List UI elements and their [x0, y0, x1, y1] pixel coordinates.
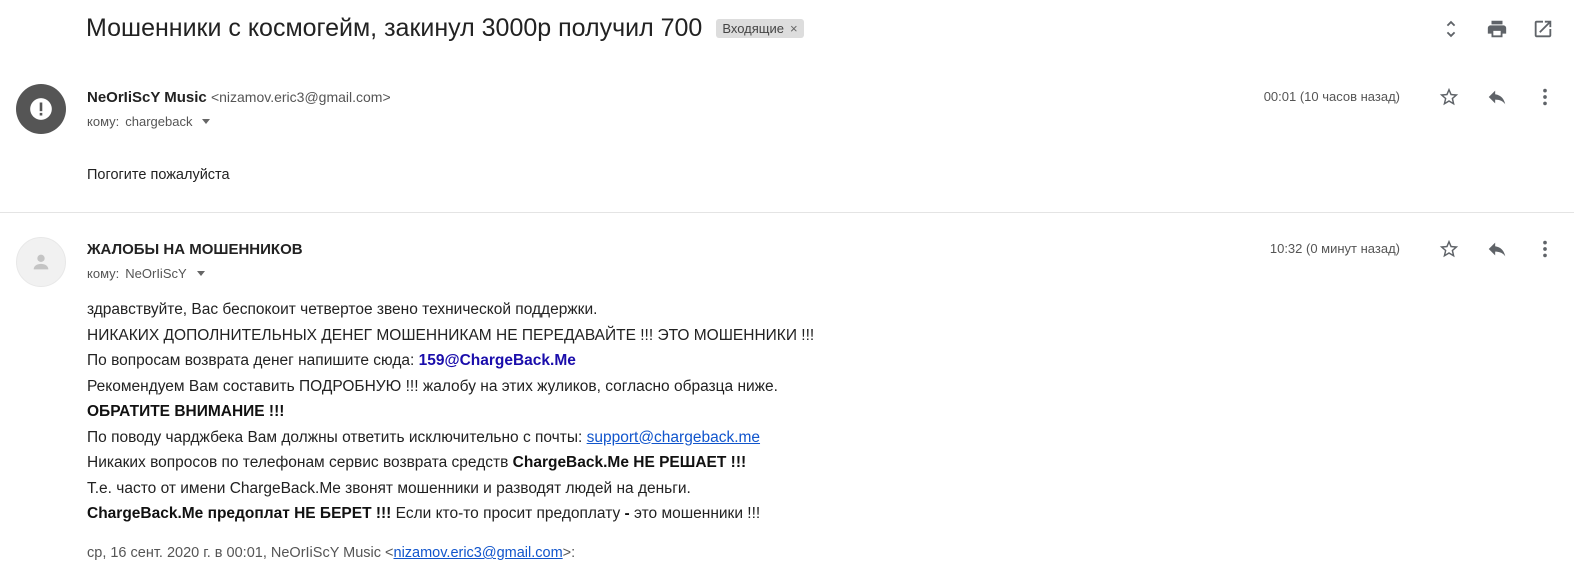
quote-email-link[interactable]: nizamov.eric3@gmail.com — [394, 545, 563, 561]
label-chip-inbox[interactable]: Входящие × — [716, 19, 804, 38]
person-icon — [33, 254, 49, 270]
more-vert-icon[interactable] — [1534, 86, 1556, 108]
body-line: ОБРАТИТЕ ВНИМАНИЕ !!! — [87, 399, 814, 425]
sender-name[interactable]: NeOrIiScY Music — [87, 89, 207, 106]
expand-icon[interactable] — [1440, 18, 1462, 40]
star-icon[interactable] — [1438, 86, 1460, 108]
star-icon[interactable] — [1438, 238, 1460, 260]
avatar[interactable] — [16, 237, 66, 287]
avatar[interactable] — [16, 84, 66, 134]
reply-icon[interactable] — [1486, 86, 1508, 108]
body-line: По поводу чарджбека Вам должны ответить … — [87, 425, 814, 451]
message-actions — [1438, 238, 1556, 260]
refund-email-link[interactable]: 159@ChargeBack.Me — [419, 352, 576, 369]
to-value: chargeback — [125, 114, 193, 129]
message-time: 00:01 (10 часов назад) — [1263, 89, 1400, 104]
top-toolbar — [1440, 18, 1554, 40]
recipient-line[interactable]: кому: chargeback — [87, 114, 211, 129]
quote-attribution: ср, 16 сент. 2020 г. в 00:01, NeOrIiScY … — [87, 545, 575, 561]
to-value: NeOrIiScY — [125, 266, 187, 281]
body-text: По поводу чарджбека Вам должны ответить … — [87, 428, 587, 446]
alert-icon — [30, 98, 52, 120]
message-actions — [1438, 86, 1556, 108]
more-vert-icon[interactable] — [1534, 238, 1556, 260]
reply-icon[interactable] — [1486, 238, 1508, 260]
sender-line: ЖАЛОБЫ НА МОШЕННИКОВ — [87, 241, 303, 258]
message-body: Погогите пожалуйста — [87, 167, 230, 183]
sender-email: <nizamov.eric3@gmail.com> — [210, 89, 391, 105]
message-divider — [0, 212, 1574, 213]
quote-suffix: >: — [562, 545, 576, 561]
message-time: 10:32 (0 минут назад) — [1269, 241, 1400, 256]
attention-heading: ОБРАТИТЕ ВНИМАНИЕ !!! — [87, 403, 285, 420]
open-in-new-icon[interactable] — [1532, 18, 1554, 40]
body-line: По вопросам возврата денег напишите сюда… — [87, 348, 814, 374]
subject-row: Мошенники с космогейм, закинул 3000р пол… — [86, 14, 804, 43]
chevron-down-icon[interactable] — [202, 119, 211, 124]
body-line: Никаких вопросов по телефонам сервис воз… — [87, 450, 814, 476]
sender-line: NeOrIiScY Music <nizamov.eric3@gmail.com… — [87, 89, 391, 106]
to-label: кому: — [87, 266, 120, 281]
label-chip-text: Входящие — [722, 21, 784, 36]
print-icon[interactable] — [1486, 18, 1508, 40]
quote-prefix: ср, 16 сент. 2020 г. в 00:01, NeOrIiScY … — [87, 545, 394, 561]
body-line: НИКАКИХ ДОПОЛНИТЕЛЬНЫХ ДЕНЕГ МОШЕННИКАМ … — [87, 326, 815, 344]
message-body: здравствуйте, Вас беспокоит четвертое зв… — [87, 297, 814, 527]
bold-text: ChargeBack.Me НЕ РЕШАЕТ !!! — [512, 454, 747, 471]
body-line: Рекомендуем Вам составить ПОДРОБНУЮ !!! … — [87, 377, 778, 395]
remove-label-icon[interactable]: × — [790, 21, 798, 36]
body-text: это мошенники !!! — [629, 505, 761, 522]
body-text: Никаких вопросов по телефонам сервис воз… — [87, 454, 513, 471]
to-label: кому: — [87, 114, 120, 129]
recipient-line[interactable]: кому: NeOrIiScY — [87, 266, 205, 281]
body-line: здравствуйте, Вас беспокоит четвертое зв… — [87, 301, 598, 318]
support-email-link[interactable]: support@chargeback.me — [587, 429, 760, 446]
bold-text: ChargeBack.Me предоплат НЕ БЕРЕТ !!! — [87, 505, 392, 522]
sender-name[interactable]: ЖАЛОБЫ НА МОШЕННИКОВ — [87, 241, 303, 258]
body-text: По вопросам возврата денег напишите сюда… — [87, 352, 419, 369]
body-line: ChargeBack.Me предоплат НЕ БЕРЕТ !!! Есл… — [87, 501, 814, 527]
chevron-down-icon[interactable] — [196, 271, 205, 276]
body-line: Т.е. часто от имени ChargeBack.Me звонят… — [87, 479, 691, 497]
email-subject: Мошенники с космогейм, закинул 3000р пол… — [86, 14, 703, 42]
body-text: Если кто-то просит предоплату — [391, 505, 625, 522]
